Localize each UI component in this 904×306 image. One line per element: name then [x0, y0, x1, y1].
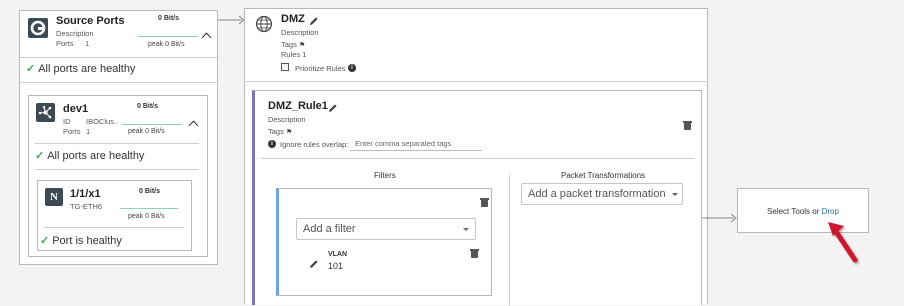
source-ports-status: ✓ All ports are healthy	[26, 62, 135, 75]
ignore-overlap-tags-input[interactable]: Enter comma separated tags	[350, 137, 482, 151]
add-filter-placeholder: Add a filter	[303, 223, 356, 235]
device-status: ✓ All ports are healthy	[35, 149, 144, 162]
rule-tags-label: Tags	[268, 127, 284, 136]
tag-icon[interactable]: ⚑	[299, 42, 305, 49]
port-rate-sparkline	[120, 208, 178, 209]
prioritize-rules-label: Prioritize Rules	[295, 64, 346, 73]
port-subtitle: TG-ETH6	[70, 202, 103, 211]
port-status-text: Port is healthy	[52, 235, 122, 247]
add-filter-dropdown[interactable]: Add a filter	[296, 218, 476, 240]
port-rate: 0 Bit/s	[139, 188, 161, 195]
check-icon: ✓	[40, 235, 50, 247]
divider	[35, 169, 199, 170]
add-packet-transformation-placeholder: Add a packet transformation	[528, 188, 666, 200]
device-id-label: ID	[63, 117, 71, 126]
dmz-title: DMZ	[281, 13, 305, 25]
device-ports-label: Ports	[63, 127, 81, 136]
rule-title: DMZ_Rule1	[268, 100, 328, 112]
check-icon: ✓	[26, 63, 36, 75]
check-icon: ✓	[35, 150, 45, 162]
filters-box: Add a filter VLAN 101	[276, 188, 492, 296]
source-ports-panel: Source Ports Description Ports 1 0 Bit/s…	[19, 10, 218, 265]
source-ports-rate-sparkline	[138, 36, 198, 37]
rule-delete-trash-icon[interactable]	[683, 121, 692, 130]
source-ports-title: Source Ports	[56, 15, 125, 27]
port-badge-letter: N	[50, 191, 58, 203]
device-rate: 0 Bit/s	[137, 103, 159, 110]
connector-arrow	[218, 15, 245, 25]
divider	[35, 143, 199, 144]
tag-icon[interactable]: ⚑	[286, 129, 292, 136]
filters-header: Filters	[374, 171, 396, 180]
info-icon[interactable]: i	[348, 64, 356, 72]
device-peak: peak 0 Bit/s	[128, 128, 165, 135]
port-badge-icon: N	[45, 188, 63, 206]
connector-arrow	[702, 213, 737, 223]
column-divider	[509, 175, 510, 306]
divider	[20, 82, 217, 83]
globe-icon	[255, 15, 273, 33]
device-status-text: All ports are healthy	[47, 150, 145, 162]
source-ports-status-text: All ports are healthy	[38, 63, 136, 75]
source-ports-rate: 0 Bit/s	[158, 15, 180, 22]
ignore-overlap-tags-placeholder: Enter comma separated tags	[355, 139, 452, 148]
dmz-tags-row: Tags ⚑	[281, 40, 305, 49]
device-card: dev1 ID IBOClus.. Ports 1 0 Bit/s peak 0…	[28, 95, 208, 257]
source-ports-collapse-chevron-icon[interactable]	[201, 32, 212, 43]
port-peak: peak 0 Bit/s	[128, 213, 165, 220]
rule-edit-pencil-icon[interactable]	[328, 100, 338, 112]
port-status: ✓ Port is healthy	[40, 234, 122, 247]
dmz-panel: DMZ Description Tags ⚑ Rules 1 Prioritiz…	[244, 8, 708, 306]
source-ports-ports-label: Ports	[56, 39, 74, 48]
filter-item-delete-trash-icon[interactable]	[470, 249, 479, 258]
source-ports-ports-value: 1	[85, 39, 90, 48]
ignore-overlap-label: Ignore rules overlap:	[280, 140, 349, 149]
divider	[20, 57, 217, 58]
chevron-down-icon	[463, 228, 469, 231]
select-tools-prefix: Select Tools or	[767, 207, 822, 216]
rule-description-label: Description	[268, 115, 306, 124]
filter-item-value: 101	[328, 261, 344, 271]
filter-item-name: VLAN	[328, 251, 348, 258]
dmz-edit-pencil-icon[interactable]	[309, 13, 319, 25]
divider	[245, 81, 707, 82]
source-ports-logo-icon	[28, 18, 48, 38]
divider	[44, 227, 184, 228]
drop-link[interactable]: Drop	[822, 207, 839, 216]
rule-card: DMZ_Rule1 Description Tags ⚑ i Ignore ru…	[252, 90, 702, 306]
annotation-arrow-icon	[828, 222, 858, 263]
dmz-tags-label: Tags	[281, 40, 297, 49]
divider	[261, 158, 695, 159]
info-icon[interactable]: i	[268, 140, 276, 148]
filter-edit-pencil-icon[interactable]	[309, 256, 319, 268]
device-collapse-chevron-icon[interactable]	[188, 120, 199, 131]
port-card: N 1/1/x1 TG-ETH6 0 Bit/s peak 0 Bit/s ✓ P…	[37, 180, 192, 251]
device-ports-value: 1	[86, 127, 91, 136]
device-name: dev1	[63, 103, 89, 115]
device-network-icon	[36, 103, 55, 122]
device-id-value: IBOClus..	[86, 117, 119, 126]
select-tools-text: Select Tools or Drop	[738, 207, 868, 216]
chevron-down-icon	[672, 193, 678, 196]
source-ports-peak: peak 0 Bit/s	[148, 41, 185, 48]
rule-tags-row: Tags ⚑	[268, 127, 292, 136]
port-name: 1/1/x1	[70, 188, 101, 200]
add-packet-transformation-dropdown[interactable]: Add a packet transformation	[521, 183, 683, 205]
filters-delete-trash-icon[interactable]	[480, 198, 489, 207]
dmz-rules-count: Rules 1	[281, 50, 307, 59]
source-ports-description-label: Description	[56, 29, 94, 38]
device-rate-sparkline	[122, 124, 182, 125]
prioritize-rules-checkbox[interactable]	[281, 63, 289, 71]
dmz-description-label: Description	[281, 28, 319, 37]
packet-transformations-header: Packet Transformations	[561, 171, 646, 180]
